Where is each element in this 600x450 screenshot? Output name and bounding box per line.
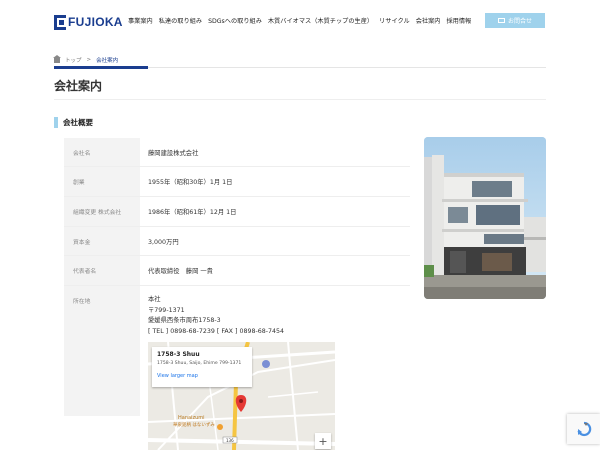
nav-item-recycle[interactable]: リサイクル bbox=[379, 16, 410, 25]
row-label: 組織変更 株式会社 bbox=[64, 197, 140, 226]
table-row: 代表者名 代表取締役 藤岡 一貴 bbox=[64, 256, 410, 286]
recaptcha-badge[interactable] bbox=[567, 414, 600, 444]
row-value: 3,000万円 bbox=[148, 239, 179, 246]
breadcrumb-separator: > bbox=[86, 57, 92, 63]
nav-item-initiatives[interactable]: 私達の取り組み bbox=[159, 16, 202, 25]
map-place-label: Hanaizumi bbox=[178, 415, 205, 421]
row-value: 1955年（昭和30年）1月 1日 bbox=[148, 179, 233, 186]
contact-button-label: お問合せ bbox=[507, 18, 532, 25]
row-label: 所在地 bbox=[64, 286, 140, 416]
table-row: 資本金 3,000万円 bbox=[64, 227, 410, 256]
company-building-photo bbox=[424, 137, 546, 299]
map-card-address: 1758-3 Shuu, Saijo, Ehime 799-1371 bbox=[157, 361, 242, 366]
logo-mark-icon bbox=[54, 14, 66, 30]
breadcrumb: トップ > 会社案内 bbox=[53, 54, 119, 64]
map-info-card: 1758-3 Shuu 1758-3 Shuu, Saijo, Ehime 79… bbox=[152, 347, 252, 387]
row-label: 創業 bbox=[64, 167, 140, 196]
nav-item-business[interactable]: 事業案内 bbox=[128, 16, 153, 25]
table-row: 会社名 藤岡建設株式会社 bbox=[64, 138, 410, 167]
nav-item-company[interactable]: 会社案内 bbox=[416, 16, 441, 25]
office-name: 本社 bbox=[148, 296, 161, 303]
nav-item-recruit[interactable]: 採用情報 bbox=[446, 16, 471, 25]
page-title: 会社案内 bbox=[54, 79, 103, 93]
row-label: 資本金 bbox=[64, 227, 140, 255]
home-icon[interactable] bbox=[53, 54, 61, 63]
view-larger-map-link[interactable]: View larger map bbox=[157, 373, 247, 379]
mail-icon bbox=[497, 18, 505, 23]
map-road-number: 136 bbox=[226, 438, 234, 443]
nav-item-sdgs[interactable]: SDGsへの取り組み bbox=[208, 16, 262, 25]
contact-button[interactable]: お問合せ bbox=[485, 13, 545, 28]
nav-item-biomass[interactable]: 木質バイオマス（木質チップの生産） bbox=[268, 16, 373, 25]
table-row: 創業 1955年（昭和30年）1月 1日 bbox=[64, 167, 410, 197]
main-nav: 事業案内 私達の取り組み SDGsへの取り組み 木質バイオマス（木質チップの生産… bbox=[128, 16, 471, 25]
title-divider bbox=[54, 99, 546, 100]
row-label: 代表者名 bbox=[64, 256, 140, 285]
postal-code: 〒799-1371 bbox=[148, 306, 185, 314]
street-address: 愛媛県西条市周布1758-3 bbox=[148, 317, 221, 324]
site-header: FUJIOKA 事業案内 私達の取り組み SDGsへの取り組み 木質バイオマス（… bbox=[0, 0, 600, 44]
building-illustration bbox=[424, 137, 546, 299]
row-value: 藤岡建設株式会社 bbox=[148, 150, 199, 157]
company-logo[interactable]: FUJIOKA bbox=[54, 13, 124, 31]
breadcrumb-current: 会社案内 bbox=[96, 58, 119, 64]
map-zoom-in-button[interactable]: + bbox=[315, 433, 331, 449]
breadcrumb-home[interactable]: トップ bbox=[65, 56, 82, 64]
section-title: 会社概要 bbox=[54, 117, 93, 128]
map-place-label-jp: 華泉銘柄 はないずみ bbox=[173, 423, 215, 428]
logo-text: FUJIOKA bbox=[68, 15, 123, 29]
row-label: 会社名 bbox=[64, 138, 140, 166]
breadcrumb-active-bar bbox=[54, 66, 148, 69]
phone-fax: [ TEL ] 0898-68-7239 [ FAX ] 0898-68-745… bbox=[148, 327, 285, 335]
row-value: 代表取締役 藤岡 一貴 bbox=[148, 268, 213, 275]
google-map[interactable]: 1758-3 Shuu 1758-3 Shuu, Saijo, Ehime 79… bbox=[148, 342, 335, 450]
recaptcha-icon bbox=[576, 421, 591, 437]
table-row: 組織変更 株式会社 1986年（昭和61年）12月 1日 bbox=[64, 197, 410, 227]
map-card-title: 1758-3 Shuu bbox=[157, 351, 200, 358]
row-value: 1986年（昭和61年）12月 1日 bbox=[148, 209, 237, 216]
